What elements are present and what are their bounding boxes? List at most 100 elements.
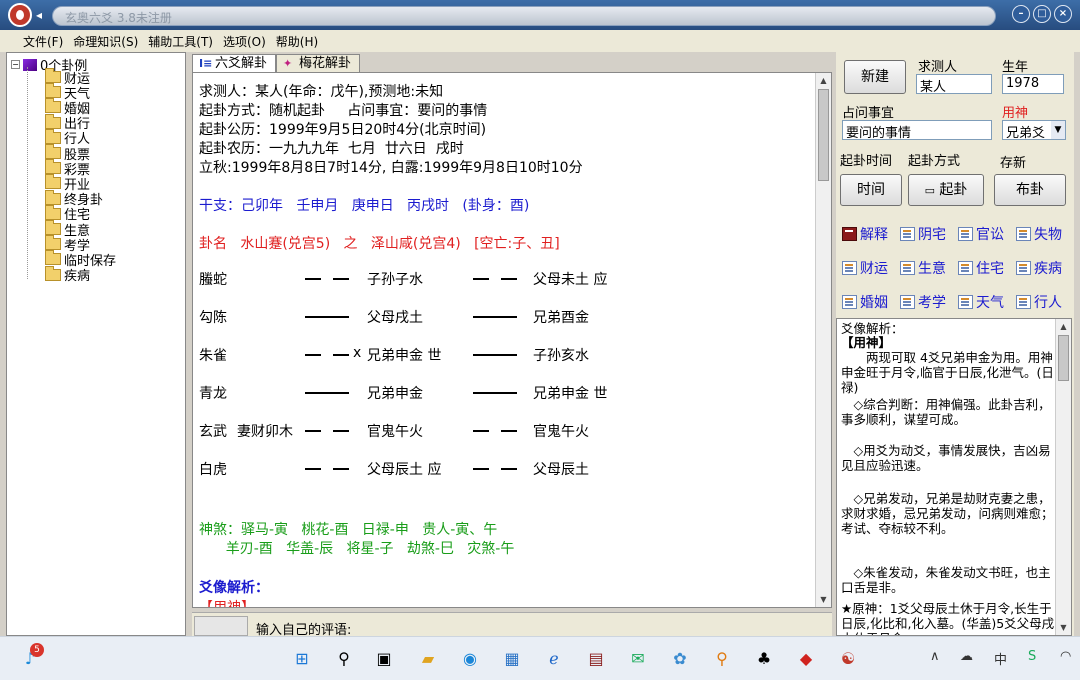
yao-line <box>333 430 349 432</box>
right-panel: 新建 求测人 某人 生年 1978 占问事宜 要问的事情 用神 兄弟爻 ▼ 起卦… <box>836 52 1074 636</box>
topic-button[interactable]: 失物 <box>1016 224 1062 244</box>
task-view-icon[interactable]: ▣ <box>370 645 398 673</box>
chevron-down-icon[interactable]: ▼ <box>1051 121 1065 139</box>
yongshen-value: 兄弟爻 <box>1006 126 1046 140</box>
cast-button[interactable]: ▭ 起卦 <box>908 174 984 206</box>
cloud-icon[interactable]: ☁ <box>960 649 973 664</box>
six-god-label: 勾陈 <box>199 310 227 326</box>
layout-button[interactable]: 布卦 <box>994 174 1066 206</box>
scroll-up-icon[interactable]: ▲ <box>816 73 831 88</box>
topic-button[interactable]: 住宅 <box>958 258 1004 278</box>
folder-icon <box>45 189 61 205</box>
topic-button-label: 考学 <box>918 295 946 311</box>
scroll-up-icon[interactable]: ▲ <box>1056 319 1071 334</box>
magnifier-icon[interactable]: ⚲ <box>708 645 736 673</box>
interpretation-panel[interactable]: 爻像解析： 【用神】 两现可取 4爻兄弟申金为用。用神申金旺于月令,临官于日辰,… <box>836 318 1072 636</box>
document-icon <box>900 227 915 241</box>
maximize-button[interactable]: □ <box>1033 5 1051 23</box>
time-button[interactable]: 时间 <box>840 174 902 206</box>
system-menu-arrow-icon[interactable]: ◂ <box>36 4 50 26</box>
start-icon[interactable]: ⊞ <box>288 645 316 673</box>
app-e-icon[interactable]: ℯ <box>540 645 568 673</box>
main-scrollbar[interactable]: ▲ ▼ <box>815 73 831 607</box>
scroll-down-icon[interactable]: ▼ <box>1056 620 1071 635</box>
changed-yao-line <box>501 278 517 280</box>
topic-button[interactable]: 天气 <box>958 292 1004 312</box>
app-logo-icon[interactable]: ☯ <box>834 645 862 673</box>
interp-line: ◇用爻为动爻，事情发展快，吉凶易见且应验迅速。 <box>841 443 1051 473</box>
close-button[interactable]: × <box>1054 5 1072 23</box>
document-icon <box>842 261 857 275</box>
scroll-down-icon[interactable]: ▼ <box>816 592 831 607</box>
scroll-thumb[interactable] <box>818 89 829 181</box>
folder-icon <box>45 159 61 175</box>
network-icon[interactable]: ◠ <box>1060 649 1071 664</box>
scroll-thumb[interactable] <box>1058 335 1069 381</box>
interp-scrollbar[interactable]: ▲ ▼ <box>1055 319 1071 635</box>
winrar-icon[interactable]: ▤ <box>582 645 610 673</box>
topic-button[interactable]: 行人 <box>1016 292 1062 312</box>
header-line: 立秋:1999年8月8日7时14分, 白露:1999年9月8日10时10分 <box>199 160 583 176</box>
main-yao-label: 官鬼午火 <box>367 424 423 440</box>
edge-icon[interactable]: ◉ <box>456 645 484 673</box>
folder-icon <box>45 144 61 159</box>
document-icon <box>1016 295 1031 309</box>
menu-knowledge[interactable]: 命理知识(S) <box>68 30 143 52</box>
question-field[interactable]: 要问的事情 <box>842 120 992 141</box>
yongshen-select[interactable]: 兄弟爻 ▼ <box>1002 120 1066 140</box>
collapse-icon[interactable]: − <box>11 60 20 69</box>
six-god-label: 螣蛇 <box>199 272 227 288</box>
store-icon[interactable]: ▦ <box>498 645 526 673</box>
asker-field[interactable]: 某人 <box>916 74 992 95</box>
new-button[interactable]: 新建 <box>844 60 906 94</box>
chevron-up-icon[interactable]: ∧ <box>930 649 940 664</box>
title-bar: ◂ 玄奥六爻 3.8未注册 – □ × <box>0 0 1080 30</box>
folder-icon <box>45 250 61 266</box>
changed-yao-label: 兄弟酉金 <box>533 310 589 326</box>
topic-button[interactable]: 疾病 <box>1016 258 1062 278</box>
file-explorer-icon[interactable]: ▰ <box>414 645 442 673</box>
main-yao-label: 子孙子水 <box>367 272 423 288</box>
topic-button[interactable]: 阴宅 <box>900 224 946 244</box>
topic-button[interactable]: 财运 <box>842 258 888 278</box>
menu-tools[interactable]: 辅助工具(T) <box>143 30 218 52</box>
question-label: 占问事宜 <box>842 106 895 121</box>
red-diamond-icon[interactable]: ◆ <box>792 645 820 673</box>
folder-icon <box>45 98 61 114</box>
interp-line: 【用神】 <box>841 335 892 350</box>
taskbar: ♪ 5 ⊞ ⚲ ▣ ▰ ◉ ▦ ℯ ▤ ✉ ✿ ⚲ ♣ ◆ ☯ ∧ ☁ 中 S … <box>0 636 1080 680</box>
minimize-button[interactable]: – <box>1012 5 1030 23</box>
save-label: 存新 <box>1000 156 1027 171</box>
case-tree: − 0个卦例 财运 天气 婚姻 出行 行人 股票 彩票 开业 终身卦 住宅 生意 考学 临时保存 疾病 <box>6 52 186 636</box>
interp-line: 爻像解析： <box>841 321 904 336</box>
document-icon <box>958 227 973 241</box>
photos-icon[interactable]: ✿ <box>666 645 694 673</box>
qq-icon[interactable]: ♣ <box>750 645 778 673</box>
method-label: 起卦方式 <box>908 154 961 169</box>
birth-year-field[interactable]: 1978 <box>1002 74 1064 94</box>
tab-meihua[interactable]: ✦ 梅花解卦 <box>276 54 361 72</box>
hexagram-text-area[interactable]: 求测人：某人(年命：戊午),预测地:未知 起卦方式：随机起卦 占问事宜：要问的事… <box>192 72 832 608</box>
ime-indicator[interactable]: 中 <box>994 649 1007 668</box>
search-icon[interactable]: ⚲ <box>330 645 358 673</box>
menu-file[interactable]: 文件(F) <box>18 30 68 52</box>
topic-button[interactable]: 解释 <box>842 224 888 244</box>
topic-button[interactable]: 官讼 <box>958 224 1004 244</box>
menu-options[interactable]: 选项(O) <box>218 30 271 52</box>
topic-button-label: 行人 <box>1034 295 1062 311</box>
changed-yao-line <box>473 468 489 470</box>
tab-liuyao[interactable]: I≡ 六爻解卦 <box>192 54 277 72</box>
menu-help[interactable]: 帮助(H) <box>271 30 323 52</box>
tree-item[interactable]: 疾病 <box>45 265 90 284</box>
wechat-icon[interactable]: ✉ <box>624 645 652 673</box>
yaoxiang-title: 爻像解析： <box>199 580 269 596</box>
topic-button[interactable]: 婚姻 <box>842 292 888 312</box>
comment-button[interactable] <box>194 616 248 636</box>
six-god-label: 玄武 <box>199 424 227 440</box>
topic-button[interactable]: 考学 <box>900 292 946 312</box>
moving-mark: x <box>353 345 362 361</box>
topic-button[interactable]: 生意 <box>900 258 946 278</box>
app-logo-icon[interactable] <box>8 3 32 27</box>
folder-icon <box>45 174 61 190</box>
input-method-icon[interactable]: S <box>1028 649 1036 664</box>
